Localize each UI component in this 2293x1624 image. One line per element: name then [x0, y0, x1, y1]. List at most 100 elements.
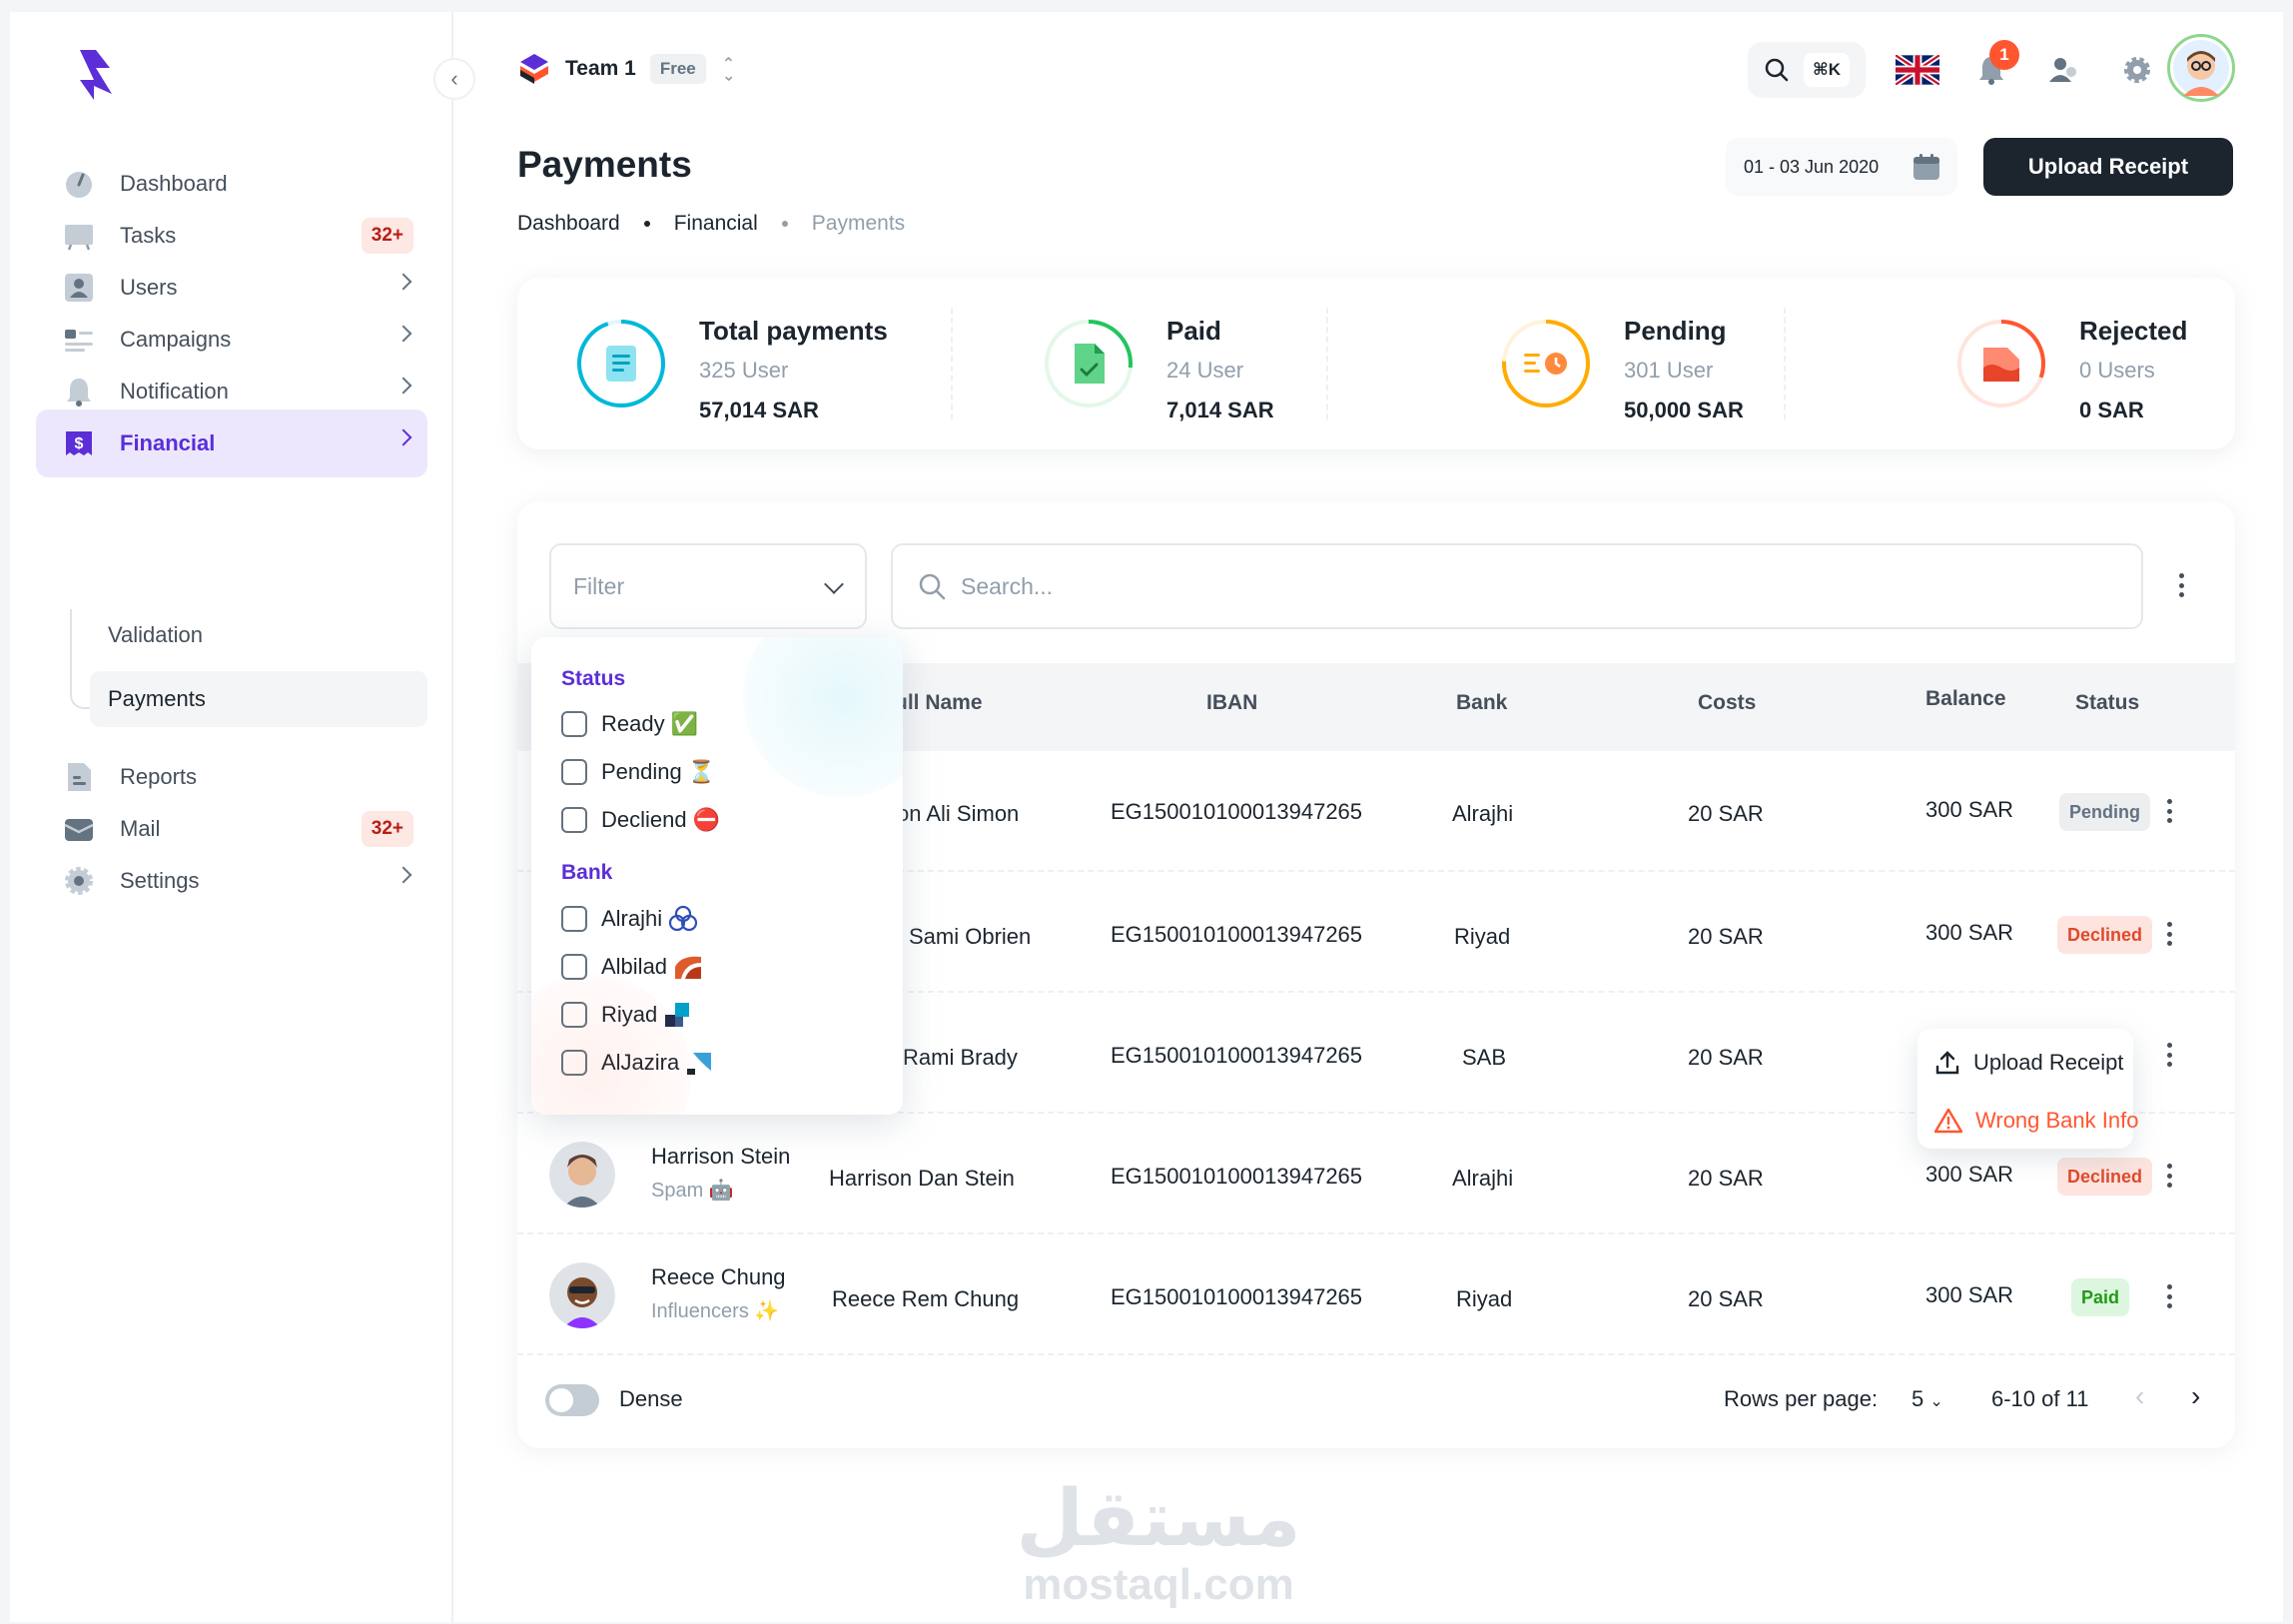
user-avatar-icon: [549, 1262, 615, 1328]
svg-text:$: $: [75, 435, 84, 452]
checkbox[interactable]: [561, 807, 587, 833]
global-search-button[interactable]: ⌘K: [1748, 42, 1866, 98]
filter-select[interactable]: Filter: [549, 543, 867, 629]
team-switcher[interactable]: Team 1 Free ⌃ ⌃: [517, 52, 735, 86]
checkbox[interactable]: [561, 1050, 587, 1076]
status-badge: Paid: [2071, 1278, 2130, 1316]
filter-option-declined[interactable]: Decliend ⛔: [561, 807, 720, 833]
row-actions-icon[interactable]: [2159, 1158, 2179, 1194]
sidebar-subitem-validation[interactable]: Validation: [90, 607, 427, 663]
col-balance[interactable]: Balance: [1925, 687, 2006, 711]
filter-option-albilad[interactable]: Albilad: [561, 953, 703, 981]
row-iban: EG150010100013947265: [1111, 1043, 1363, 1068]
filter-option-label: Pending: [601, 759, 682, 784]
table-footer: Dense Rows per page: 5 ⌄ 6-10 of 11 ‹ ›: [517, 1350, 2235, 1448]
rejected-document-icon: [1957, 320, 2045, 407]
status-badge: Declined: [2057, 1158, 2153, 1196]
reports-icon: [62, 760, 96, 794]
paid-document-icon: [1045, 320, 1133, 407]
chevron-right-icon: [394, 273, 412, 291]
row-actions-icon[interactable]: [2159, 916, 2179, 952]
filter-option-ready[interactable]: Ready ✅: [561, 711, 698, 737]
col-iban[interactable]: IBAN: [1206, 691, 1257, 715]
stat-divider: [951, 308, 953, 419]
stat-label: Pending: [1624, 316, 1727, 346]
row-balance: 300 SAR: [1925, 1282, 2014, 1307]
upload-receipt-button[interactable]: Upload Receipt: [1983, 138, 2233, 196]
sidebar-item-label: Financial: [120, 430, 216, 455]
table-search-input[interactable]: Search...: [891, 543, 2143, 629]
sidebar-subitem-label: Validation: [108, 622, 203, 647]
row-balance: 300 SAR: [1925, 797, 2014, 822]
stat-users: 24 User: [1166, 358, 1244, 383]
filter-option-aljazira[interactable]: AlJazira: [561, 1049, 713, 1077]
collapse-sidebar-button[interactable]: ‹: [433, 58, 475, 100]
filter-option-label: Albilad: [601, 954, 668, 979]
breadcrumb-separator: [781, 221, 788, 227]
row-bank: Riyad: [1456, 1286, 1513, 1311]
sidebar-item-settings[interactable]: Settings: [36, 847, 427, 915]
stat-divider: [1326, 308, 1328, 419]
sidebar-item-label: Users: [120, 275, 178, 300]
dense-toggle[interactable]: [545, 1384, 599, 1416]
breadcrumb-dashboard[interactable]: Dashboard: [517, 212, 620, 236]
row-full-name: Reece Rem Chung: [832, 1286, 1020, 1311]
chevron-right-icon: [394, 325, 412, 343]
checkbox[interactable]: [561, 954, 587, 980]
menu-item-label: Wrong Bank Info: [1975, 1108, 2139, 1133]
filter-option-alrajhi[interactable]: Alrajhi: [561, 905, 698, 933]
checkbox[interactable]: [561, 906, 587, 932]
rows-per-page-select[interactable]: 5 ⌄: [1911, 1386, 1943, 1412]
contacts-button[interactable]: [2039, 46, 2087, 94]
col-costs[interactable]: Costs: [1698, 691, 1756, 715]
sidebar-item-label: Notification: [120, 379, 229, 404]
col-full-name[interactable]: ull Name: [895, 691, 983, 715]
row-costs: 20 SAR: [1688, 801, 1764, 826]
next-page-icon[interactable]: ›: [2191, 1380, 2200, 1412]
row-bank: Alrajhi: [1452, 1166, 1514, 1191]
chevron-right-icon: [394, 866, 412, 884]
prev-page-icon[interactable]: ‹: [2135, 1380, 2144, 1412]
alrajhi-logo-icon: [668, 905, 698, 933]
sidebar-subitem-payments[interactable]: Payments: [90, 671, 427, 727]
settings-button[interactable]: [2113, 46, 2161, 94]
dashboard-icon: [62, 167, 96, 201]
checkbox[interactable]: [561, 711, 587, 737]
filter-option-riyad[interactable]: Riyad: [561, 1001, 691, 1029]
settings-icon: [62, 864, 96, 898]
row-actions-icon[interactable]: [2159, 793, 2179, 829]
filter-option-label: Ready: [601, 711, 665, 736]
date-range-picker[interactable]: 01 - 03 Jun 2020: [1726, 138, 1957, 196]
brand-logo-icon[interactable]: [74, 46, 118, 104]
row-actions-icon[interactable]: [2159, 1278, 2179, 1314]
user-avatar-icon: [2173, 40, 2229, 96]
breadcrumb-financial[interactable]: Financial: [674, 212, 758, 236]
checkbox[interactable]: [561, 1002, 587, 1028]
table-row[interactable]: Reece Chung Influencers ✨ Reece Rem Chun…: [517, 1234, 2235, 1355]
menu-upload-receipt[interactable]: Upload Receipt: [1933, 1049, 2123, 1077]
notification-icon: [62, 375, 96, 408]
col-bank[interactable]: Bank: [1456, 691, 1507, 715]
pending-list-icon: [1502, 320, 1590, 407]
breadcrumb-current: Payments: [811, 212, 906, 235]
col-status[interactable]: Status: [2075, 691, 2139, 715]
notifications-button[interactable]: 1: [1967, 40, 2019, 94]
row-full-name: Harrison Dan Stein: [829, 1166, 1015, 1191]
filter-option-pending[interactable]: Pending ⏳: [561, 759, 715, 785]
menu-wrong-bank-info[interactable]: Wrong Bank Info: [1933, 1107, 2138, 1135]
language-button[interactable]: [1894, 46, 1941, 94]
user-avatar[interactable]: [2167, 34, 2235, 102]
search-icon: [919, 573, 946, 600]
submenu-connector: [70, 609, 90, 709]
row-balance: 300 SAR: [1925, 920, 2014, 945]
checkbox[interactable]: [561, 759, 587, 785]
stat-label: Rejected: [2079, 316, 2188, 346]
row-actions-icon[interactable]: [2159, 1037, 2179, 1073]
sidebar-item-financial[interactable]: $ Financial: [36, 409, 427, 477]
table-options-icon[interactable]: [2171, 567, 2191, 603]
payment-stats-card: Total payments 325 User 57,014 SAR Paid …: [517, 278, 2235, 449]
chevron-down-icon: [824, 574, 844, 594]
chevron-right-icon: [394, 377, 412, 395]
row-costs: 20 SAR: [1688, 1286, 1764, 1311]
filter-section-status: Status: [561, 667, 626, 690]
